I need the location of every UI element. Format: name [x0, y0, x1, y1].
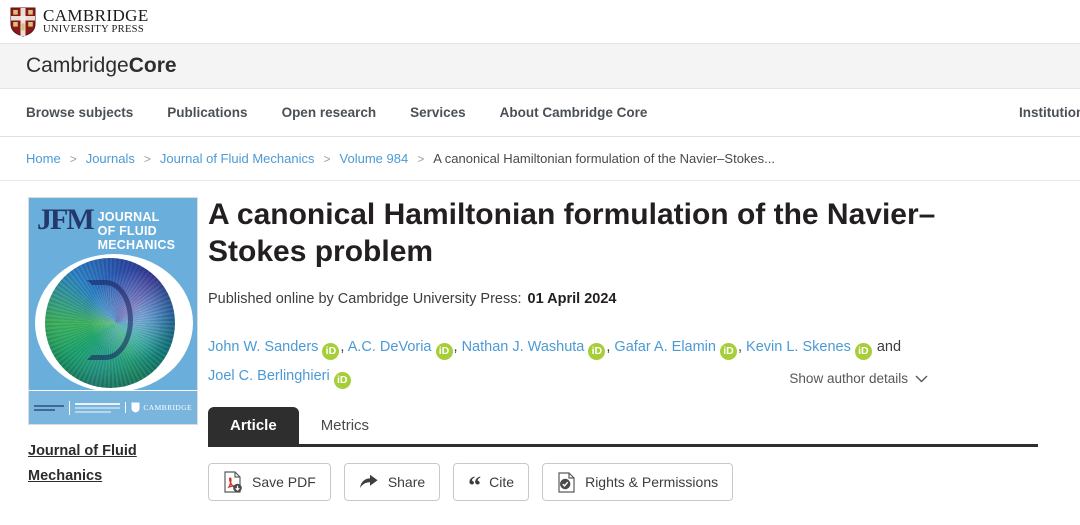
author-name[interactable]: Kevin L. Skenes — [746, 339, 851, 355]
share-arrow-icon — [359, 474, 378, 489]
breadcrumb-item-current-article: A canonical Hamiltonian formulation of t… — [433, 151, 775, 166]
published-date: 01 April 2024 — [527, 291, 617, 308]
cambridge-shield-icon — [10, 7, 36, 37]
share-label: Share — [387, 474, 426, 491]
brand-name-line1: CAMBRIDGE — [43, 6, 149, 26]
cambridge-university-press-logo[interactable]: CAMBRIDGE UNIVERSITY PRESS — [10, 7, 149, 37]
cambridge-wordmark: CAMBRIDGE UNIVERSITY PRESS — [43, 7, 149, 36]
author-name[interactable]: A.C. DeVoria — [348, 339, 432, 355]
author-name[interactable]: Nathan J. Washuta — [462, 339, 585, 355]
breadcrumb-item-volume[interactable]: Volume 984 — [340, 151, 409, 166]
orcid-icon[interactable]: iD — [333, 372, 351, 390]
author-entry: Gafar A. Elamin iD, — [614, 339, 742, 361]
orcid-icon[interactable]: iD — [854, 343, 872, 361]
author-separator: , — [606, 339, 611, 356]
cite-button[interactable]: “ Cite — [453, 463, 530, 502]
nav-item-publications[interactable]: Publications — [167, 105, 247, 120]
author-name[interactable]: Gafar A. Elamin — [614, 339, 716, 355]
breadcrumb: Home > Journals > Journal of Fluid Mecha… — [0, 137, 1080, 181]
brand-name-line2: UNIVERSITY PRESS — [43, 24, 144, 36]
nav-item-open-research[interactable]: Open research — [282, 105, 377, 120]
orcid-icon[interactable]: iD — [719, 343, 737, 361]
article-tabs: Article Metrics — [208, 407, 1038, 448]
journal-cover-image[interactable]: JFM JOURNAL OF FLUID MECHANICS CAMBRIDGE — [28, 197, 198, 425]
save-pdf-button[interactable]: Save PDF — [208, 463, 331, 502]
author-separator: and — [872, 339, 902, 356]
breadcrumb-item-journals[interactable]: Journals — [86, 151, 135, 166]
chevron-down-icon — [915, 375, 928, 383]
cover-cambridge-shield-icon — [131, 402, 140, 413]
tab-metrics[interactable]: Metrics — [299, 407, 391, 444]
orcid-icon[interactable]: iD — [435, 343, 453, 361]
nav-item-browse-subjects[interactable]: Browse subjects — [26, 105, 133, 120]
cover-journal-line3: MECHANICS — [97, 238, 176, 252]
cambridge-core-header: CambridgeCore — [0, 43, 1080, 89]
cover-volume-text — [34, 403, 64, 413]
nav-item-institution-login[interactable]: Institution lo — [1019, 105, 1080, 120]
orcid-icon[interactable]: iD — [322, 343, 340, 361]
published-label: Published online by Cambridge University… — [208, 291, 522, 308]
author-separator: , — [453, 339, 458, 356]
save-pdf-label: Save PDF — [252, 474, 316, 491]
author-entry: A.C. DeVoria iD, — [348, 339, 458, 361]
breadcrumb-item-home[interactable]: Home — [26, 151, 61, 166]
core-title-bold: Core — [128, 54, 177, 77]
tab-article[interactable]: Article — [208, 407, 299, 445]
cambridge-core-title[interactable]: CambridgeCore — [26, 54, 177, 78]
article-page-content: JFM JOURNAL OF FLUID MECHANICS CAMBRIDGE… — [0, 181, 1080, 502]
jfm-logo-mark: JFM — [37, 203, 95, 236]
nav-right-area: Institution lo — [1019, 89, 1080, 136]
core-title-light: Cambridge — [26, 54, 129, 77]
nav-item-services[interactable]: Services — [410, 105, 466, 120]
sidebar-journal-link-line2: Mechanics — [28, 468, 103, 485]
author-entry: Joel C. Berlinghieri iD — [208, 368, 352, 390]
author-separator: , — [340, 339, 345, 356]
author-list: John W. Sanders iD, A.C. DeVoria iD, Natha… — [208, 333, 928, 391]
publisher-brand-bar: CAMBRIDGE UNIVERSITY PRESS — [0, 0, 1080, 43]
page-title: A canonical Hamiltonian formulation of t… — [208, 198, 936, 268]
breadcrumb-separator: > — [417, 151, 425, 166]
article-action-buttons: Save PDF Share “ Cite Rights & Permissio… — [208, 463, 1058, 502]
orcid-icon[interactable]: iD — [588, 343, 606, 361]
author-separator: , — [737, 339, 742, 356]
show-author-details-label: Show author details — [789, 371, 908, 387]
share-button[interactable]: Share — [343, 463, 441, 502]
cover-artwork — [35, 254, 193, 392]
nav-item-list: Browse subjects Publications Open resear… — [26, 105, 647, 120]
author-name[interactable]: Joel C. Berlinghieri — [208, 368, 330, 384]
breadcrumb-separator: > — [69, 151, 77, 166]
cover-publisher-name: CAMBRIDGE — [143, 403, 192, 412]
cover-caption-text — [69, 400, 121, 415]
breadcrumb-separator: > — [323, 151, 331, 166]
author-entry: Nathan J. Washuta iD, — [462, 339, 611, 361]
cover-footer-strip: CAMBRIDGE — [29, 390, 197, 424]
cover-journal-line2: OF FLUID — [97, 224, 157, 238]
cover-publisher-logo: CAMBRIDGE — [125, 402, 192, 413]
rights-permissions-label: Rights & Permissions — [585, 474, 719, 491]
publication-date-line: Published online by Cambridge University… — [208, 291, 1058, 307]
document-check-icon — [558, 472, 575, 493]
show-author-details-toggle[interactable]: Show author details — [789, 365, 928, 392]
author-entry: Kevin L. Skenes iD and — [746, 339, 902, 361]
article-main-column: A canonical Hamiltonian formulation of t… — [208, 197, 1080, 502]
main-navigation: Browse subjects Publications Open resear… — [0, 89, 1080, 137]
cover-journal-name: JOURNAL OF FLUID MECHANICS — [98, 208, 176, 252]
pdf-download-icon — [224, 471, 242, 493]
sidebar-journal-link-line1: Journal of Fluid — [28, 443, 137, 459]
cover-journal-line1: JOURNAL — [97, 210, 160, 224]
sidebar-journal-link[interactable]: Journal of Fluid Mechanics — [28, 439, 168, 490]
nav-item-about-cambridge-core[interactable]: About Cambridge Core — [500, 105, 648, 120]
article-sidebar: JFM JOURNAL OF FLUID MECHANICS CAMBRIDGE… — [0, 197, 208, 501]
author-entry: John W. Sanders iD, — [208, 339, 345, 361]
breadcrumb-separator: > — [143, 151, 151, 166]
cite-label: Cite — [489, 474, 515, 491]
breadcrumb-item-journal-of-fluid-mechanics[interactable]: Journal of Fluid Mechanics — [160, 151, 315, 166]
rights-permissions-button[interactable]: Rights & Permissions — [542, 463, 734, 502]
cover-masthead: JFM JOURNAL OF FLUID MECHANICS — [29, 198, 197, 258]
author-name[interactable]: John W. Sanders — [208, 339, 318, 355]
